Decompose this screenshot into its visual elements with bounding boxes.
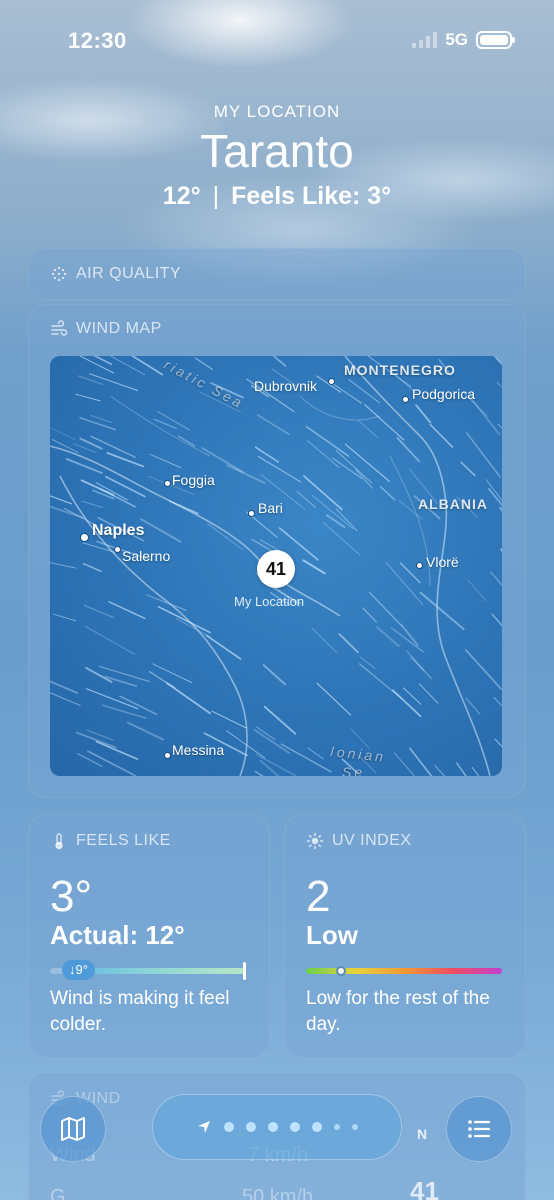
feels-like-card[interactable]: FEELS LIKE 3° Actual: 12° ↓9° Wind is ma… [28,814,270,1058]
actual-temperature-marker [243,962,246,980]
map-label-vlore: Vlorë [426,554,459,570]
network-label: 5G [445,30,468,49]
uv-index-description: Low for the rest of the day. [306,988,490,1035]
city-name: Taranto [200,125,354,177]
air-quality-card[interactable]: AIR QUALITY [28,248,526,300]
feels-like-actual: Actual: 12° [50,920,185,950]
uv-index-marker [336,966,347,976]
map-button[interactable] [40,1096,106,1162]
map-label-albania: ALBANIA [418,496,488,512]
uv-index-level: Low [306,920,358,950]
map-label-salerno: Salerno [122,548,171,564]
location-label: MY LOCATION [213,102,341,121]
wind-icon [51,320,68,336]
map-dot-podgorica [402,396,409,403]
uv-index-value: 2 [306,872,331,921]
status-indicators: 5G [412,30,515,50]
wind-map[interactable]: riatic Sea MONTENEGRO Dubrovnik Podgoric… [50,356,502,776]
map-dot-messina [164,752,171,759]
page-dot[interactable] [312,1122,322,1132]
status-time: 12:30 [68,28,127,53]
page-dot[interactable] [352,1124,358,1130]
my-location-label: My Location [234,594,305,609]
uv-index-title: UV INDEX [306,832,412,850]
page-dot[interactable] [268,1122,278,1132]
location-arrow-icon [198,1121,210,1133]
map-dot-vlore [416,562,423,569]
feels-like-description: Wind is making it feel colder. [50,988,230,1035]
location-pager[interactable] [152,1094,402,1160]
map-label-dubrovnik: Dubrovnik [254,378,318,394]
air-quality-icon [51,266,67,282]
feels-like-value: 3° [50,872,93,921]
feels-like-title-text: FEELS LIKE [76,832,171,849]
map-label-foggia: Foggia [172,472,215,488]
map-label-montenegro: MONTENEGRO [344,362,456,378]
page-dot[interactable] [246,1122,256,1132]
list-icon [468,1120,491,1138]
feels-like-summary: Feels Like: 3° [231,182,392,210]
air-quality-title: AIR QUALITY [50,265,181,283]
map-label-messina: Messina [172,742,225,758]
sun-icon [306,832,324,850]
battery-icon [476,31,515,49]
temperature-summary: 12° | Feels Like: 3° [0,182,554,211]
map-icon [61,1117,85,1141]
my-location-pin[interactable]: 41 [257,550,295,588]
feels-like-difference-chip: ↓9° [62,960,95,980]
map-dot-foggia [164,480,171,487]
wind-map-card[interactable]: WIND MAP riatic Sea MONTENEGRO Dubrovnik… [28,304,526,798]
page-dot[interactable] [334,1124,340,1130]
map-dot-dubrovnik [328,378,335,385]
page-dot[interactable] [224,1122,234,1132]
uv-index-bar [306,966,502,976]
map-dot-salerno [114,546,121,553]
map-label-ionian-sea-2: Se [342,764,366,776]
feels-like-title: FEELS LIKE [50,832,171,850]
compass-value: 41 [410,1176,439,1200]
wind-map-title-text: WIND MAP [76,320,162,337]
map-dot-bari [248,510,255,517]
gust-label-faded: G [50,1186,66,1200]
map-label-podgorica: Podgorica [412,386,476,402]
thermometer-icon [55,833,63,850]
separator: | [212,182,220,210]
signal-icon [412,32,438,48]
map-label-naples: Naples [92,522,145,539]
map-label-bari: Bari [258,500,283,516]
map-dot-naples [80,533,89,542]
wind-map-title: WIND MAP [50,320,162,338]
location-list-button[interactable] [446,1096,512,1162]
feels-like-bar: ↓9° [50,960,246,980]
gust-speed-faded: 50 km/h [242,1186,314,1200]
compass-north-label: N [417,1126,428,1142]
current-temperature: 12° [162,182,201,210]
air-quality-title-text: AIR QUALITY [76,265,182,282]
page-dot[interactable] [290,1122,300,1132]
uv-index-card[interactable]: UV INDEX 2 Low Low for the rest of the d… [284,814,526,1058]
uv-index-title-text: UV INDEX [332,832,412,849]
